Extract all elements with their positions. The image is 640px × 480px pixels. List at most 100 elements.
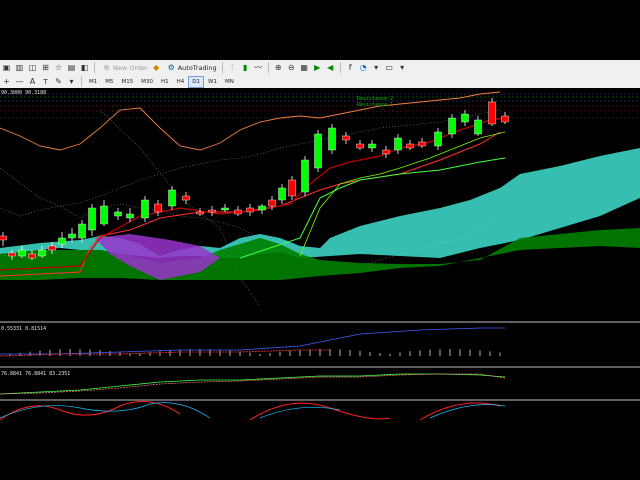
bullish-candle	[448, 117, 456, 135]
zoom-out-icon[interactable]: ⊖	[286, 62, 297, 73]
market-watch-icon[interactable]: ◫	[27, 62, 38, 73]
bullish-candle	[88, 207, 96, 231]
bearish-candle	[382, 149, 390, 155]
candlestick-icon[interactable]: ▮	[240, 62, 251, 73]
bearish-candle	[501, 115, 509, 123]
bullish-candle	[100, 205, 108, 225]
bullish-candle	[258, 205, 266, 211]
templates-dropdown-icon[interactable]: ▾	[397, 62, 408, 73]
bearish-candle	[28, 253, 36, 259]
bullish-candle	[474, 119, 482, 135]
timeframe-h1[interactable]: H1	[157, 76, 173, 88]
new-chart-icon[interactable]: ▣	[1, 62, 12, 73]
bullish-candle	[434, 131, 442, 147]
bullish-candle	[461, 113, 469, 123]
toolbar-separator	[94, 62, 95, 73]
autotrading-button[interactable]: ⚙ AutoTrading	[163, 62, 219, 74]
timeframe-m30[interactable]: M30	[137, 76, 157, 88]
bearish-candle	[234, 209, 242, 215]
bearish-candle	[48, 245, 56, 251]
metaeditor-icon[interactable]: ◆	[151, 62, 162, 73]
new-order-button[interactable]: ⊕ New Order	[98, 62, 150, 74]
timeframe-m5[interactable]: M5	[101, 76, 117, 88]
bullish-candle	[18, 249, 26, 257]
bearish-candle	[488, 101, 496, 125]
data-window-icon[interactable]: ⊞	[40, 62, 51, 73]
main-toolbar: ▣ ▥ ◫ ⊞ ☆ ▤ ◧ ⊕ New Order ◆ ⚙ AutoTradin…	[0, 60, 640, 76]
crosshair-icon[interactable]: +	[1, 76, 12, 87]
bearish-candle	[268, 199, 276, 207]
autotrading-icon: ⚙	[167, 63, 175, 72]
bearish-candle	[288, 179, 296, 197]
price-chart[interactable]	[0, 88, 640, 421]
bearish-candle	[0, 235, 7, 241]
indicators-icon[interactable]: f	[345, 62, 356, 73]
bearish-candle	[154, 203, 162, 213]
price-info-label: 90.3000 90.3188	[1, 90, 47, 96]
bearish-candle	[8, 252, 16, 257]
stochastic-values-label: 76.8841 76.8841 83.2351	[1, 371, 71, 377]
templates-icon[interactable]: ▭	[384, 62, 395, 73]
terminal-icon[interactable]: ▤	[66, 62, 77, 73]
zoom-in-icon[interactable]: ⊕	[273, 62, 284, 73]
bullish-candle	[168, 189, 176, 207]
bullish-candle	[114, 211, 122, 217]
timeframe-m15[interactable]: M15	[118, 76, 138, 88]
macd-values-label: 0.55331 0.81514	[1, 326, 47, 332]
shapes-dropdown-icon[interactable]: ▾	[66, 76, 77, 87]
toolbar-separator	[267, 62, 269, 73]
timeframe-group: M1 M5 M15 M30 H1 H4 D1 W1 MN	[85, 75, 238, 88]
tile-windows-icon[interactable]: ▦	[299, 62, 310, 73]
timeframe-m1[interactable]: M1	[85, 76, 101, 88]
chart-shift-icon[interactable]: ◀	[325, 62, 336, 73]
timeframe-w1[interactable]: W1	[204, 76, 221, 88]
navigator-icon[interactable]: ☆	[53, 62, 64, 73]
chart-window[interactable]: 90.3000 90.3188 Resistance 2 Resistance …	[0, 88, 640, 421]
bullish-candle	[368, 143, 376, 149]
autoscroll-icon[interactable]: ▶	[312, 62, 323, 73]
shapes-tool-icon[interactable]: ✎	[53, 76, 64, 87]
bullish-candle	[328, 127, 336, 151]
bullish-candle	[78, 223, 86, 239]
bearish-candle	[182, 195, 190, 201]
toolbar-separator	[339, 62, 341, 73]
timeframe-d1[interactable]: D1	[188, 75, 205, 88]
bullish-candle	[314, 133, 322, 169]
bearish-candle	[208, 209, 216, 213]
bullish-candle	[68, 233, 76, 239]
horizontal-line-icon[interactable]: —	[14, 76, 25, 87]
bullish-candle	[221, 207, 229, 211]
timeframe-h4[interactable]: H4	[173, 76, 189, 88]
toolbar-separator	[81, 76, 82, 87]
periods-icon[interactable]: ◔	[358, 62, 369, 73]
bullish-candle	[38, 249, 46, 257]
bullish-candle	[58, 237, 66, 245]
new-order-icon: ⊕	[103, 63, 110, 72]
text-tool-icon[interactable]: A	[27, 76, 38, 87]
line-chart-icon[interactable]: 〰	[253, 62, 264, 73]
bar-chart-icon[interactable]: ⫶	[227, 62, 238, 73]
bullish-candle	[301, 159, 309, 193]
bullish-candle	[278, 187, 286, 201]
bottom-black-band	[0, 420, 640, 480]
bullish-candle	[141, 199, 149, 219]
bullish-candle	[394, 137, 402, 151]
new-order-label: New Order	[113, 63, 148, 72]
bearish-candle	[356, 143, 364, 149]
toolbar-separator	[221, 62, 223, 73]
top-black-band	[0, 0, 640, 60]
bearish-candle	[196, 211, 204, 215]
resistance-1-label: Resistance 1	[357, 102, 394, 108]
drawing-and-timeframes-toolbar: + — A T ✎ ▾ M1 M5 M15 M30 H1 H4 D1 W1 MN	[0, 75, 640, 89]
bearish-candle	[418, 141, 426, 147]
bearish-candle	[406, 143, 414, 149]
bullish-candle	[126, 213, 134, 219]
tester-icon[interactable]: ◧	[79, 62, 90, 73]
label-tool-icon[interactable]: T	[40, 76, 51, 87]
periods-dropdown-icon[interactable]: ▾	[371, 62, 382, 73]
autotrading-label: AutoTrading	[177, 63, 217, 72]
bearish-candle	[246, 207, 254, 213]
profiles-icon[interactable]: ▥	[14, 62, 25, 73]
timeframe-mn[interactable]: MN	[221, 76, 238, 88]
bearish-candle	[342, 135, 350, 141]
